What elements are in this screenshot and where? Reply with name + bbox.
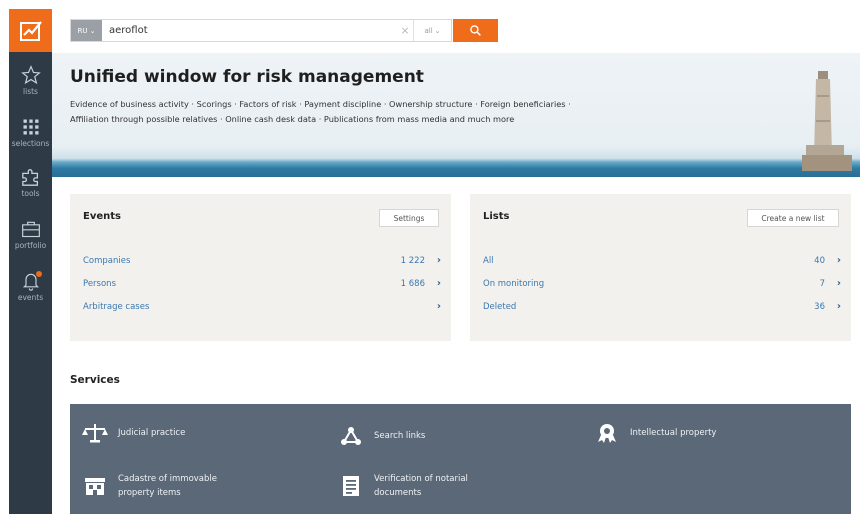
network-icon (336, 426, 366, 446)
sidebar-item-label: lists (23, 87, 38, 96)
events-row-arbitrage[interactable]: Arbitrage cases › (83, 301, 441, 316)
chevron-right-icon: › (436, 255, 441, 266)
lighthouse-image (802, 71, 852, 171)
row-label: Persons (83, 279, 116, 289)
row-count: 40 (814, 256, 825, 266)
row-count: 7 (819, 279, 825, 289)
hero-description-line: Affiliation through possible relatives ·… (70, 114, 515, 124)
search-input[interactable] (102, 20, 397, 41)
language-label: RU (77, 26, 88, 35)
sidebar-item-label: events (17, 293, 44, 302)
top-bar: RU ⌄ × all ⌄ (52, 9, 860, 53)
chevron-down-icon: ⌄ (434, 26, 441, 35)
hero-description-line: Evidence of business activity · Scorings… (70, 99, 571, 109)
search-bar: RU ⌄ × all ⌄ (70, 19, 452, 42)
app-logo[interactable] (9, 9, 52, 52)
chevron-right-icon: › (836, 255, 841, 266)
clear-icon[interactable]: × (397, 24, 413, 37)
chart-check-icon (19, 20, 42, 41)
row-count: 1 686 (400, 279, 425, 289)
sidebar-item-events[interactable]: events (9, 271, 52, 302)
search-button[interactable] (453, 19, 498, 42)
lists-panel: Lists Create a new list All 40 › On moni… (470, 194, 851, 341)
sidebar-item-tools[interactable]: tools (9, 167, 52, 198)
row-label: Companies (83, 256, 131, 266)
sidebar-item-selections[interactable]: selections (9, 117, 52, 148)
search-scope-select[interactable]: all ⌄ (413, 20, 451, 41)
events-title: Events (83, 211, 121, 222)
events-row-companies[interactable]: Companies 1 222 › (83, 255, 441, 270)
hero-description: Evidence of business activity · Scorings… (70, 97, 650, 127)
scales-icon (80, 422, 110, 444)
row-label: Arbitrage cases (83, 302, 150, 312)
service-label: Cadastre of immovable property items (118, 474, 217, 498)
service-label: Search links (374, 431, 426, 441)
services-title: Services (70, 374, 120, 386)
service-label: Verification of notarial documents (374, 474, 468, 498)
sidebar-item-portfolio[interactable]: portfolio (9, 219, 52, 250)
service-cadastre[interactable]: Cadastre of immovable property items (80, 472, 238, 500)
notification-dot (36, 271, 42, 277)
lists-row-deleted[interactable]: Deleted 36 › (483, 301, 841, 316)
sidebar-item-label: selections (11, 139, 50, 148)
events-panel: Events Settings Companies 1 222 › Person… (70, 194, 451, 341)
chevron-down-icon: ⌄ (89, 26, 96, 35)
service-label: Intellectual property (630, 428, 717, 438)
row-label: On monitoring (483, 279, 545, 289)
service-notarial-verification[interactable]: Verification of notarial documents (336, 472, 494, 500)
chevron-right-icon: › (836, 278, 841, 289)
sidebar-item-label: tools (21, 189, 40, 198)
document-icon (336, 475, 366, 497)
search-scope-label: all (424, 26, 433, 35)
settings-button[interactable]: Settings (379, 209, 439, 227)
service-label: Judicial practice (118, 428, 186, 438)
create-list-button[interactable]: Create a new list (747, 209, 839, 227)
chevron-right-icon: › (436, 301, 441, 312)
sidebar-item-lists[interactable]: lists (9, 65, 52, 96)
row-count: 1 222 (400, 256, 425, 266)
row-label: All (483, 256, 494, 266)
page-title: Unified window for risk management (70, 67, 424, 87)
language-selector[interactable]: RU ⌄ (71, 20, 102, 41)
sidebar-item-label: portfolio (14, 241, 47, 250)
briefcase-icon (21, 221, 40, 238)
award-icon (592, 422, 622, 444)
chevron-right-icon: › (436, 278, 441, 289)
lists-row-all[interactable]: All 40 › (483, 255, 841, 270)
services-panel: Judicial practice Search links Intellect (70, 404, 851, 514)
lists-title: Lists (483, 211, 510, 222)
puzzle-icon (21, 169, 38, 186)
service-intellectual-property[interactable]: Intellectual property (592, 422, 750, 444)
search-icon (470, 25, 481, 36)
service-search-links[interactable]: Search links (336, 422, 494, 450)
hero-banner: Unified window for risk management Evide… (52, 53, 860, 177)
row-label: Deleted (483, 302, 517, 312)
sidebar: lists selections tools portfolio events (9, 9, 52, 514)
lists-row-monitoring[interactable]: On monitoring 7 › (483, 278, 841, 293)
grid-icon (23, 119, 38, 135)
chevron-right-icon: › (836, 301, 841, 312)
service-judicial-practice[interactable]: Judicial practice (80, 422, 238, 444)
row-count: 36 (814, 302, 825, 312)
events-row-persons[interactable]: Persons 1 686 › (83, 278, 441, 293)
star-icon (20, 65, 41, 85)
building-icon (80, 476, 110, 496)
